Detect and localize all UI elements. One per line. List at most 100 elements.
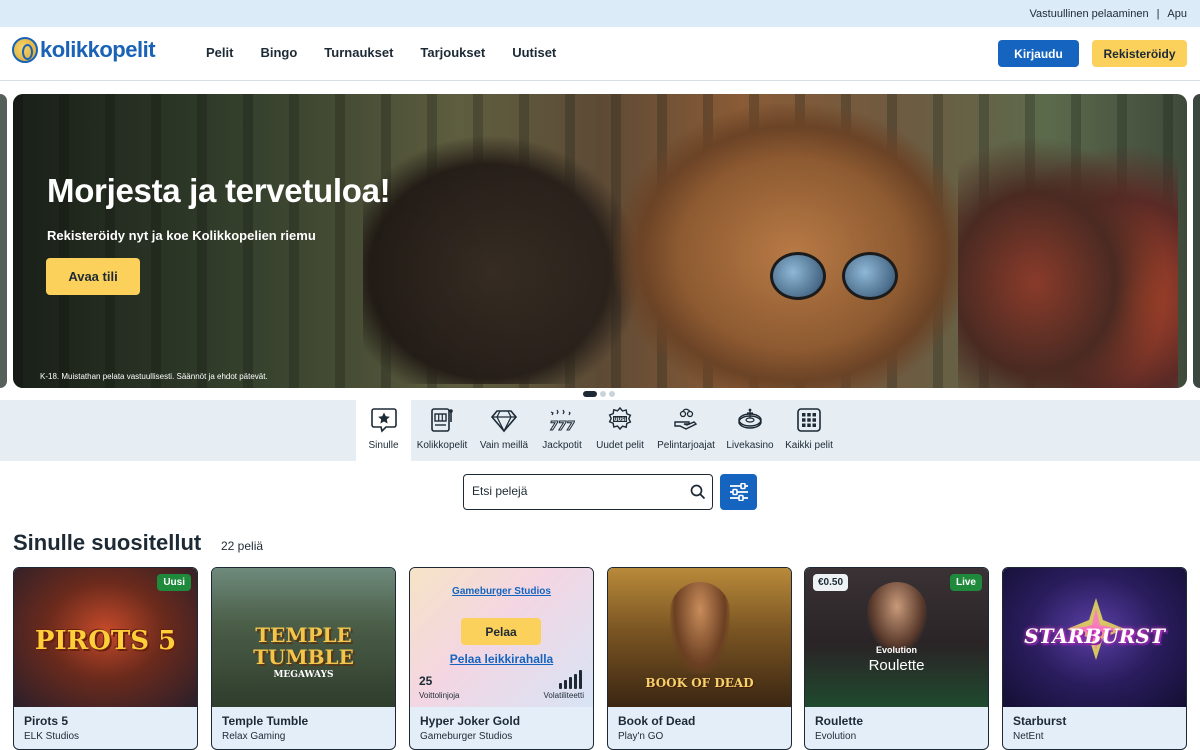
- category-label: Pelintarjoajat: [657, 440, 715, 451]
- previous-slide-peek[interactable]: [0, 94, 7, 388]
- svg-text:777: 777: [549, 419, 575, 433]
- game-hover-overlay: Gameburger Studios Pelaa Pelaa leikkirah…: [410, 568, 593, 707]
- category-label: Livekasino: [726, 440, 774, 451]
- diamond-icon: [490, 410, 518, 433]
- search-icon[interactable]: [690, 484, 706, 500]
- game-provider: Relax Gaming: [222, 731, 286, 742]
- live-badge: Live: [949, 574, 982, 591]
- category-label: Vain meillä: [479, 440, 529, 451]
- category-label: Sinulle: [368, 440, 399, 451]
- game-card-hyper-joker-gold[interactable]: Gameburger Studios Pelaa Pelaa leikkirah…: [409, 567, 594, 750]
- game-art-title: BOOK OF DEAD: [645, 676, 754, 690]
- nav-item-tarjoukset[interactable]: Tarjoukset: [420, 45, 485, 60]
- carousel-dots: [583, 391, 615, 397]
- utility-bar: Vastuullinen pelaaminen | Apu: [0, 0, 1200, 27]
- coin-logo-icon: [12, 37, 38, 63]
- game-art-title: TEMPLE TUMBLE: [253, 623, 354, 669]
- nav-item-turnaukset[interactable]: Turnaukset: [324, 45, 393, 60]
- responsible-gaming-link[interactable]: Vastuullinen pelaaminen: [1030, 8, 1149, 20]
- carousel-dot[interactable]: [600, 391, 606, 397]
- game-thumbnail: BOOK OF DEAD: [608, 568, 791, 707]
- game-card-pirots-5[interactable]: PIROTS 5 Uusi Pirots 5 ELK Studios: [13, 567, 198, 750]
- min-bet-badge: €0.50: [813, 574, 849, 591]
- game-provider: Evolution: [815, 731, 857, 742]
- provider-hand-icon: [674, 408, 698, 430]
- nav-item-bingo[interactable]: Bingo: [260, 45, 297, 60]
- provider-link[interactable]: Gameburger Studios: [410, 586, 593, 597]
- play-button[interactable]: Pelaa: [461, 618, 541, 645]
- carousel-dot[interactable]: [583, 391, 597, 397]
- main-nav: Pelit Bingo Turnaukset Tarjoukset Uutise…: [206, 45, 556, 60]
- category-label: Kaikki pelit: [785, 440, 833, 451]
- next-slide-peek[interactable]: [1193, 94, 1200, 388]
- carousel-dot[interactable]: [609, 391, 615, 397]
- svg-text:UUSI: UUSI: [614, 417, 627, 423]
- category-bar: Sinulle Kolikkopelit Vain meillä 777 Jac…: [0, 400, 1200, 461]
- provider-brand: Evolution: [876, 645, 917, 655]
- volatility-label: Volatiliteetti: [543, 691, 584, 700]
- nav-item-pelit[interactable]: Pelit: [206, 45, 233, 60]
- game-name: Roulette: [815, 714, 863, 728]
- dealer-illustration: [867, 582, 927, 652]
- game-provider: ELK Studios: [24, 731, 80, 742]
- game-card-book-of-dead[interactable]: BOOK OF DEAD Book of Dead Play'n GO: [607, 567, 792, 750]
- logo[interactable]: kolikkopelit: [12, 37, 156, 63]
- nav-item-uutiset[interactable]: Uutiset: [512, 45, 556, 60]
- category-jackpotit[interactable]: 777 Jackpotit: [535, 400, 589, 461]
- slot-machine-icon: [431, 408, 453, 432]
- open-account-button[interactable]: Avaa tili: [46, 258, 140, 295]
- game-art-title: PIROTS 5: [34, 626, 177, 656]
- game-provider: NetEnt: [1013, 731, 1044, 742]
- new-badge: Uusi: [157, 574, 191, 591]
- category-livekasino[interactable]: Livekasino: [721, 400, 779, 461]
- category-label: Uudet pelit: [596, 440, 644, 451]
- hero-subtitle: Rekisteröidy nyt ja koe Kolikkopelien ri…: [47, 228, 316, 243]
- site-header: kolikkopelit Pelit Bingo Turnaukset Tarj…: [0, 27, 1200, 81]
- game-provider: Gameburger Studios: [420, 731, 513, 742]
- category-kolikkopelit[interactable]: Kolikkopelit: [411, 400, 473, 461]
- star-speech-icon: [370, 408, 397, 433]
- game-card-starburst[interactable]: STARBURST Starburst NetEnt: [1002, 567, 1187, 750]
- category-kaikki-pelit[interactable]: Kaikki pelit: [779, 400, 839, 461]
- game-card-roulette[interactable]: Evolution Roulette €0.50 Live Roulette E…: [804, 567, 989, 750]
- game-thumbnail: STARBURST: [1003, 568, 1186, 707]
- category-sinulle[interactable]: Sinulle: [356, 400, 411, 461]
- hero-banner[interactable]: Morjesta ja tervetuloa! Rekisteröidy nyt…: [13, 94, 1187, 388]
- sliders-icon: [729, 483, 748, 501]
- game-provider: Play'n GO: [618, 731, 664, 742]
- game-card-temple-tumble[interactable]: TEMPLE TUMBLE MEGAWAYS Temple Tumble Rel…: [211, 567, 396, 750]
- link-separator: |: [1156, 8, 1160, 20]
- game-name: Pirots 5: [24, 714, 69, 728]
- roulette-wheel-icon: [738, 408, 762, 429]
- logo-text: kolikkopelit: [40, 37, 156, 62]
- login-button[interactable]: Kirjaudu: [998, 40, 1079, 67]
- register-button[interactable]: Rekisteröidy: [1092, 40, 1187, 67]
- game-name: Temple Tumble: [222, 714, 309, 728]
- play-demo-link[interactable]: Pelaa leikkirahalla: [410, 652, 593, 666]
- section-title: Sinulle suositellut: [13, 530, 202, 555]
- new-badge-icon: UUSI: [608, 406, 632, 431]
- category-pelintarjoajat[interactable]: Pelintarjoajat: [651, 400, 721, 461]
- category-label: Jackpotit: [542, 440, 582, 451]
- game-art-subtitle: MEGAWAYS: [273, 670, 334, 680]
- hero-disclaimer: K-18. Muistathan pelata vastuullisesti. …: [40, 372, 268, 381]
- category-vain-meilla[interactable]: Vain meillä: [473, 400, 535, 461]
- jackpot-777-icon: 777: [549, 409, 576, 434]
- search-box: [463, 474, 713, 510]
- game-name: Starburst: [1013, 714, 1067, 728]
- filter-button[interactable]: [720, 474, 757, 510]
- game-name: Hyper Joker Gold: [420, 714, 521, 728]
- paylines-value: 25: [419, 674, 433, 688]
- game-name: Book of Dead: [618, 714, 696, 728]
- hero-title: Morjesta ja tervetuloa!: [47, 172, 391, 209]
- game-art-title: STARBURST: [1024, 624, 1165, 648]
- game-art-title: Roulette: [868, 657, 925, 674]
- category-uudet-pelit[interactable]: UUSI Uudet pelit: [589, 400, 651, 461]
- help-link[interactable]: Apu: [1167, 8, 1187, 20]
- volatility-bars-icon: [559, 669, 582, 689]
- paylines-label: Voittolinjoja: [419, 691, 460, 700]
- grid-icon: [797, 408, 821, 432]
- search-input[interactable]: [472, 484, 682, 498]
- game-thumbnail: TEMPLE TUMBLE MEGAWAYS: [212, 568, 395, 707]
- game-count: 22 peliä: [221, 539, 264, 553]
